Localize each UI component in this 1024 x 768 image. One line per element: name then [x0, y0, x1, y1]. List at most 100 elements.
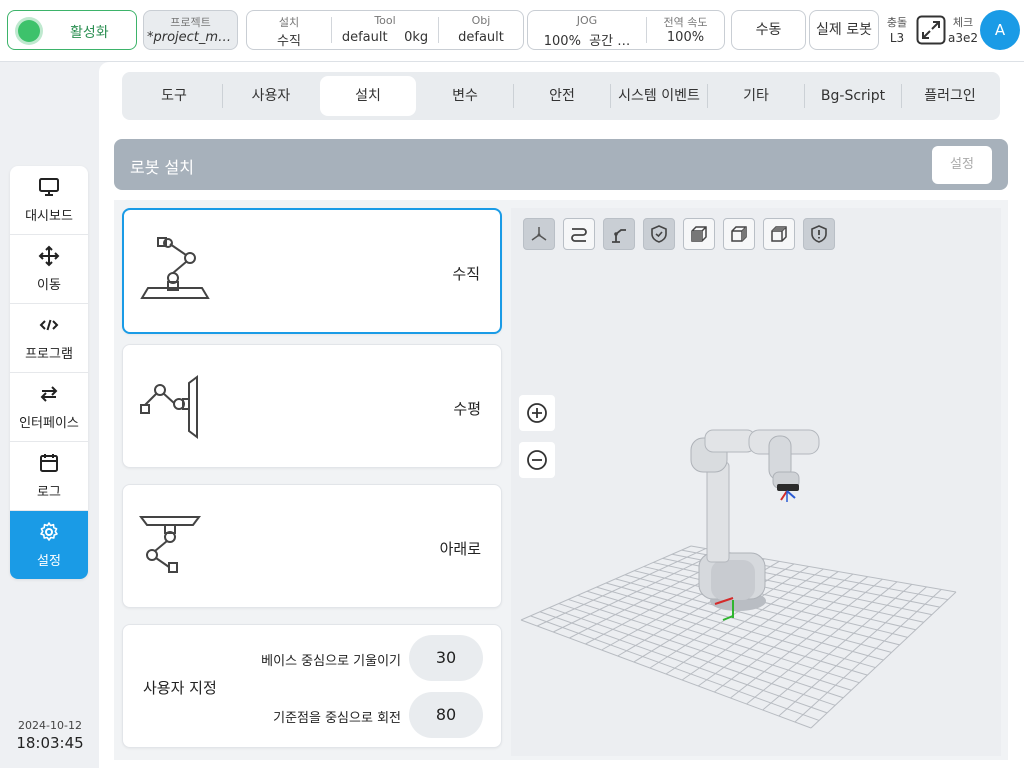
power-status-icon	[18, 20, 40, 42]
zoom-in-button[interactable]	[519, 395, 555, 431]
sidebar-item-move[interactable]: 이동	[10, 235, 88, 304]
mount-option-ceiling[interactable]: 아래로	[122, 484, 502, 608]
grid-line	[810, 591, 957, 729]
rotate-input[interactable]: 80	[409, 692, 483, 738]
sidebar-item-label: 인터페이스	[19, 416, 79, 431]
checksum-value: a3e2	[947, 31, 978, 45]
tilt-input[interactable]: 30	[409, 635, 483, 681]
clock: 2024-10-12 18:03:45	[8, 719, 92, 752]
tool-indicator[interactable]: Tool default 0kg	[332, 11, 438, 49]
tab-system-events[interactable]: 시스템 이벤트	[611, 76, 707, 116]
tab-installation[interactable]: 설치	[320, 76, 416, 116]
tilt-label: 베이스 중심으로 기울이기	[261, 654, 401, 669]
view-front-button[interactable]	[683, 218, 715, 250]
collision-value: L3	[889, 31, 905, 45]
cube-front-icon	[691, 226, 707, 242]
axes-icon	[531, 227, 547, 241]
mount-label: 수직	[452, 265, 480, 283]
sidebar-item-label: 로그	[37, 485, 61, 500]
jog-value: 100% 공간 …	[543, 34, 631, 49]
mount-option-vertical[interactable]: 수직	[122, 208, 502, 334]
cube-top-icon	[771, 226, 787, 242]
mount-label: 수평	[453, 400, 481, 418]
speed-caption: 전역 속도	[663, 16, 708, 29]
tab-safety[interactable]: 안전	[514, 76, 610, 116]
power-button[interactable]: 활성화	[7, 10, 137, 50]
project-caption: 프로젝트	[170, 16, 211, 29]
time-text: 18:03:45	[16, 734, 84, 752]
real-robot-button[interactable]: 실제 로봇	[809, 10, 879, 50]
robot-scene	[520, 429, 957, 729]
robot-model	[690, 429, 820, 621]
grid-line	[794, 589, 942, 723]
sidebar-item-label: 대시보드	[25, 209, 73, 224]
mount-option-horizontal[interactable]: 수평	[122, 344, 502, 468]
robot-arm-icon	[612, 229, 626, 243]
power-label: 활성화	[70, 25, 109, 41]
ceiling-mount-icon	[139, 516, 201, 573]
checksum-caption: 체크	[952, 16, 974, 29]
project-name: *project_mo…	[147, 30, 234, 45]
view-top-button[interactable]	[763, 218, 795, 250]
zoom-in-icon	[527, 403, 547, 423]
gear-icon	[40, 522, 58, 541]
install-tool-obj-group[interactable]: 설치 수직 Tool default 0kg Obj default	[246, 10, 524, 50]
setup-button[interactable]: 설정	[932, 146, 992, 184]
mode-button[interactable]: 수동	[731, 10, 806, 50]
top-bar: 활성화 프로젝트 *project_mo… 설치 수직 Tool default…	[0, 0, 1024, 62]
tool-caption: Tool	[374, 14, 396, 27]
view-side-button[interactable]	[723, 218, 755, 250]
settings-tabs: 도구 사용자 설치 변수 안전 시스템 이벤트 기타 Bg-Script 플러그…	[122, 72, 1000, 120]
sidebar-item-label: 이동	[37, 278, 61, 293]
monitor-icon	[39, 178, 59, 196]
move-icon	[38, 245, 60, 267]
tab-variables[interactable]: 변수	[417, 76, 513, 116]
swap-icon	[40, 386, 58, 402]
global-speed-indicator[interactable]: 전역 속도 100%	[647, 11, 724, 49]
tab-tool[interactable]: 도구	[126, 76, 222, 116]
checksum-indicator: 체크 a3e2	[946, 14, 980, 45]
sidebar-item-dashboard[interactable]: 대시보드	[10, 166, 88, 235]
jog-speed-group[interactable]: JOG 100% 공간 … 전역 속도 100%	[527, 10, 725, 50]
tab-user[interactable]: 사용자	[223, 76, 319, 116]
expand-icon[interactable]	[916, 15, 946, 45]
sidebar-item-program[interactable]: 프로그램	[10, 304, 88, 373]
mount-label: 아래로	[439, 540, 481, 558]
installation-content: 수직 수평 아래로 사용자 지정 베이스 중심으로 기울이기 30 기준점을 중…	[114, 200, 1008, 760]
obj-indicator[interactable]: Obj default	[439, 11, 523, 49]
calendar-icon	[40, 454, 58, 472]
mount-option-custom[interactable]: 사용자 지정 베이스 중심으로 기울이기 30 기준점을 중심으로 회전 80	[122, 624, 502, 748]
tab-other[interactable]: 기타	[708, 76, 804, 116]
code-icon	[39, 319, 59, 331]
axes-toggle[interactable]	[523, 218, 555, 250]
safety-alert-toggle[interactable]	[803, 218, 835, 250]
sidebar: 대시보드 이동 프로그램 인터페이스 로그 설정	[10, 166, 88, 579]
tab-bg-script[interactable]: Bg-Script	[805, 76, 901, 116]
sidebar-item-interface[interactable]: 인터페이스	[10, 373, 88, 442]
section-title: 로봇 설치	[130, 158, 194, 177]
rotate-label: 기준점을 중심으로 회전	[273, 711, 401, 726]
tool-value: default 0kg	[341, 30, 429, 45]
path-icon	[571, 228, 587, 242]
sidebar-item-log[interactable]: 로그	[10, 442, 88, 511]
main-panel: 도구 사용자 설치 변수 안전 시스템 이벤트 기타 Bg-Script 플러그…	[99, 62, 1024, 768]
tab-plugins[interactable]: 플러그인	[902, 76, 998, 116]
robot-3d-viewport[interactable]	[511, 208, 1001, 756]
collision-indicator[interactable]: 충돌 L3	[883, 14, 911, 45]
path-toggle[interactable]	[563, 218, 595, 250]
user-avatar[interactable]: A	[980, 10, 1020, 50]
speed-value: 100%	[666, 30, 705, 45]
obj-caption: Obj	[471, 14, 491, 27]
safety-plane-toggle[interactable]	[643, 218, 675, 250]
cube-side-icon	[731, 226, 747, 242]
sidebar-item-settings[interactable]: 설정	[10, 511, 88, 579]
install-caption: 설치	[278, 16, 300, 29]
zoom-out-icon	[527, 450, 547, 470]
robot-arm-toggle[interactable]	[603, 218, 635, 250]
floor-mount-icon	[140, 237, 210, 299]
jog-indicator[interactable]: JOG 100% 공간 …	[528, 11, 646, 49]
install-indicator[interactable]: 설치 수직	[247, 11, 331, 49]
project-selector[interactable]: 프로젝트 *project_mo…	[143, 10, 238, 50]
sidebar-item-label: 프로그램	[25, 347, 73, 362]
zoom-out-button[interactable]	[519, 442, 555, 478]
